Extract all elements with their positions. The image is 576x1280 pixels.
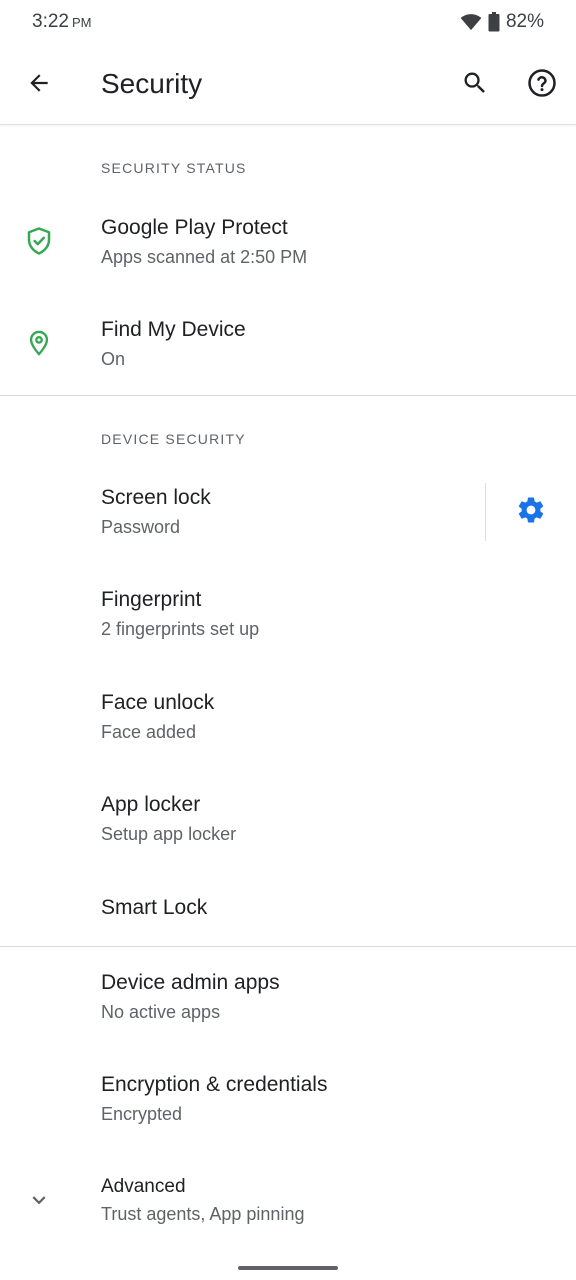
list-item-face-unlock[interactable]: Face unlock Face added <box>0 675 576 775</box>
item-title: Device admin apps <box>101 971 280 994</box>
search-button[interactable] <box>456 66 494 104</box>
wifi-icon <box>460 13 482 31</box>
status-indicators: 82% <box>460 11 544 33</box>
chevron-down-icon <box>22 1183 56 1217</box>
shield-check-icon <box>22 224 56 258</box>
item-title: App locker <box>101 793 201 816</box>
list-item-screen-lock[interactable]: Screen lock Password <box>0 470 576 556</box>
section-divider <box>0 395 576 396</box>
battery-percent: 82% <box>505 11 544 32</box>
list-item-google-play-protect[interactable]: Google Play Protect Apps scanned at 2:50… <box>0 200 576 300</box>
page-title: Security <box>101 68 203 99</box>
status-time: 3:22 PM <box>32 11 91 33</box>
item-title: Google Play Protect <box>101 216 288 239</box>
section-header-security-status: SECURITY STATUS <box>101 160 247 176</box>
location-pin-icon <box>22 326 56 360</box>
item-title: Face unlock <box>101 691 215 714</box>
gear-icon <box>516 495 546 530</box>
list-item-find-my-device[interactable]: Find My Device On <box>0 302 576 394</box>
status-clock: 3:22 <box>32 11 69 32</box>
help-icon <box>527 68 557 103</box>
item-subtitle: Trust agents, App pinning <box>101 1204 305 1224</box>
item-title: Encryption & credentials <box>101 1073 328 1096</box>
item-title: Find My Device <box>101 318 246 341</box>
section-header-device-security: DEVICE SECURITY <box>101 431 246 447</box>
list-item-fingerprint[interactable]: Fingerprint 2 fingerprints set up <box>0 572 576 672</box>
help-button[interactable] <box>523 66 561 104</box>
item-subtitle: Face added <box>101 722 197 742</box>
gesture-nav-handle[interactable] <box>238 1266 338 1270</box>
status-ampm: PM <box>71 15 92 30</box>
vertical-divider <box>485 483 486 541</box>
screen-lock-settings-button[interactable] <box>512 493 550 531</box>
item-subtitle: Password <box>101 517 181 537</box>
item-title: Screen lock <box>101 486 211 509</box>
item-subtitle: No active apps <box>101 1002 221 1022</box>
app-bar: Security <box>0 46 576 125</box>
list-item-device-admin-apps[interactable]: Device admin apps No active apps <box>0 955 576 1055</box>
item-title: Smart Lock <box>101 896 208 919</box>
item-subtitle: On <box>101 349 126 369</box>
list-item-advanced[interactable]: Advanced Trust agents, App pinning <box>0 1160 576 1246</box>
list-item-app-locker[interactable]: App locker Setup app locker <box>0 777 576 877</box>
item-subtitle: Apps scanned at 2:50 PM <box>101 247 308 267</box>
item-subtitle: 2 fingerprints set up <box>101 619 260 639</box>
section-divider <box>0 946 576 947</box>
status-bar: 3:22 PM 82% <box>0 0 576 46</box>
back-button[interactable] <box>20 66 58 104</box>
battery-icon <box>488 12 500 32</box>
item-subtitle: Encrypted <box>101 1104 183 1124</box>
search-icon <box>461 69 489 102</box>
arrow-back-icon <box>26 70 52 101</box>
list-item-smart-lock[interactable]: Smart Lock <box>0 880 576 944</box>
list-item-encryption-credentials[interactable]: Encryption & credentials Encrypted <box>0 1057 576 1157</box>
item-title: Advanced <box>101 1176 186 1197</box>
item-subtitle: Setup app locker <box>101 824 237 844</box>
item-title: Fingerprint <box>101 588 202 611</box>
